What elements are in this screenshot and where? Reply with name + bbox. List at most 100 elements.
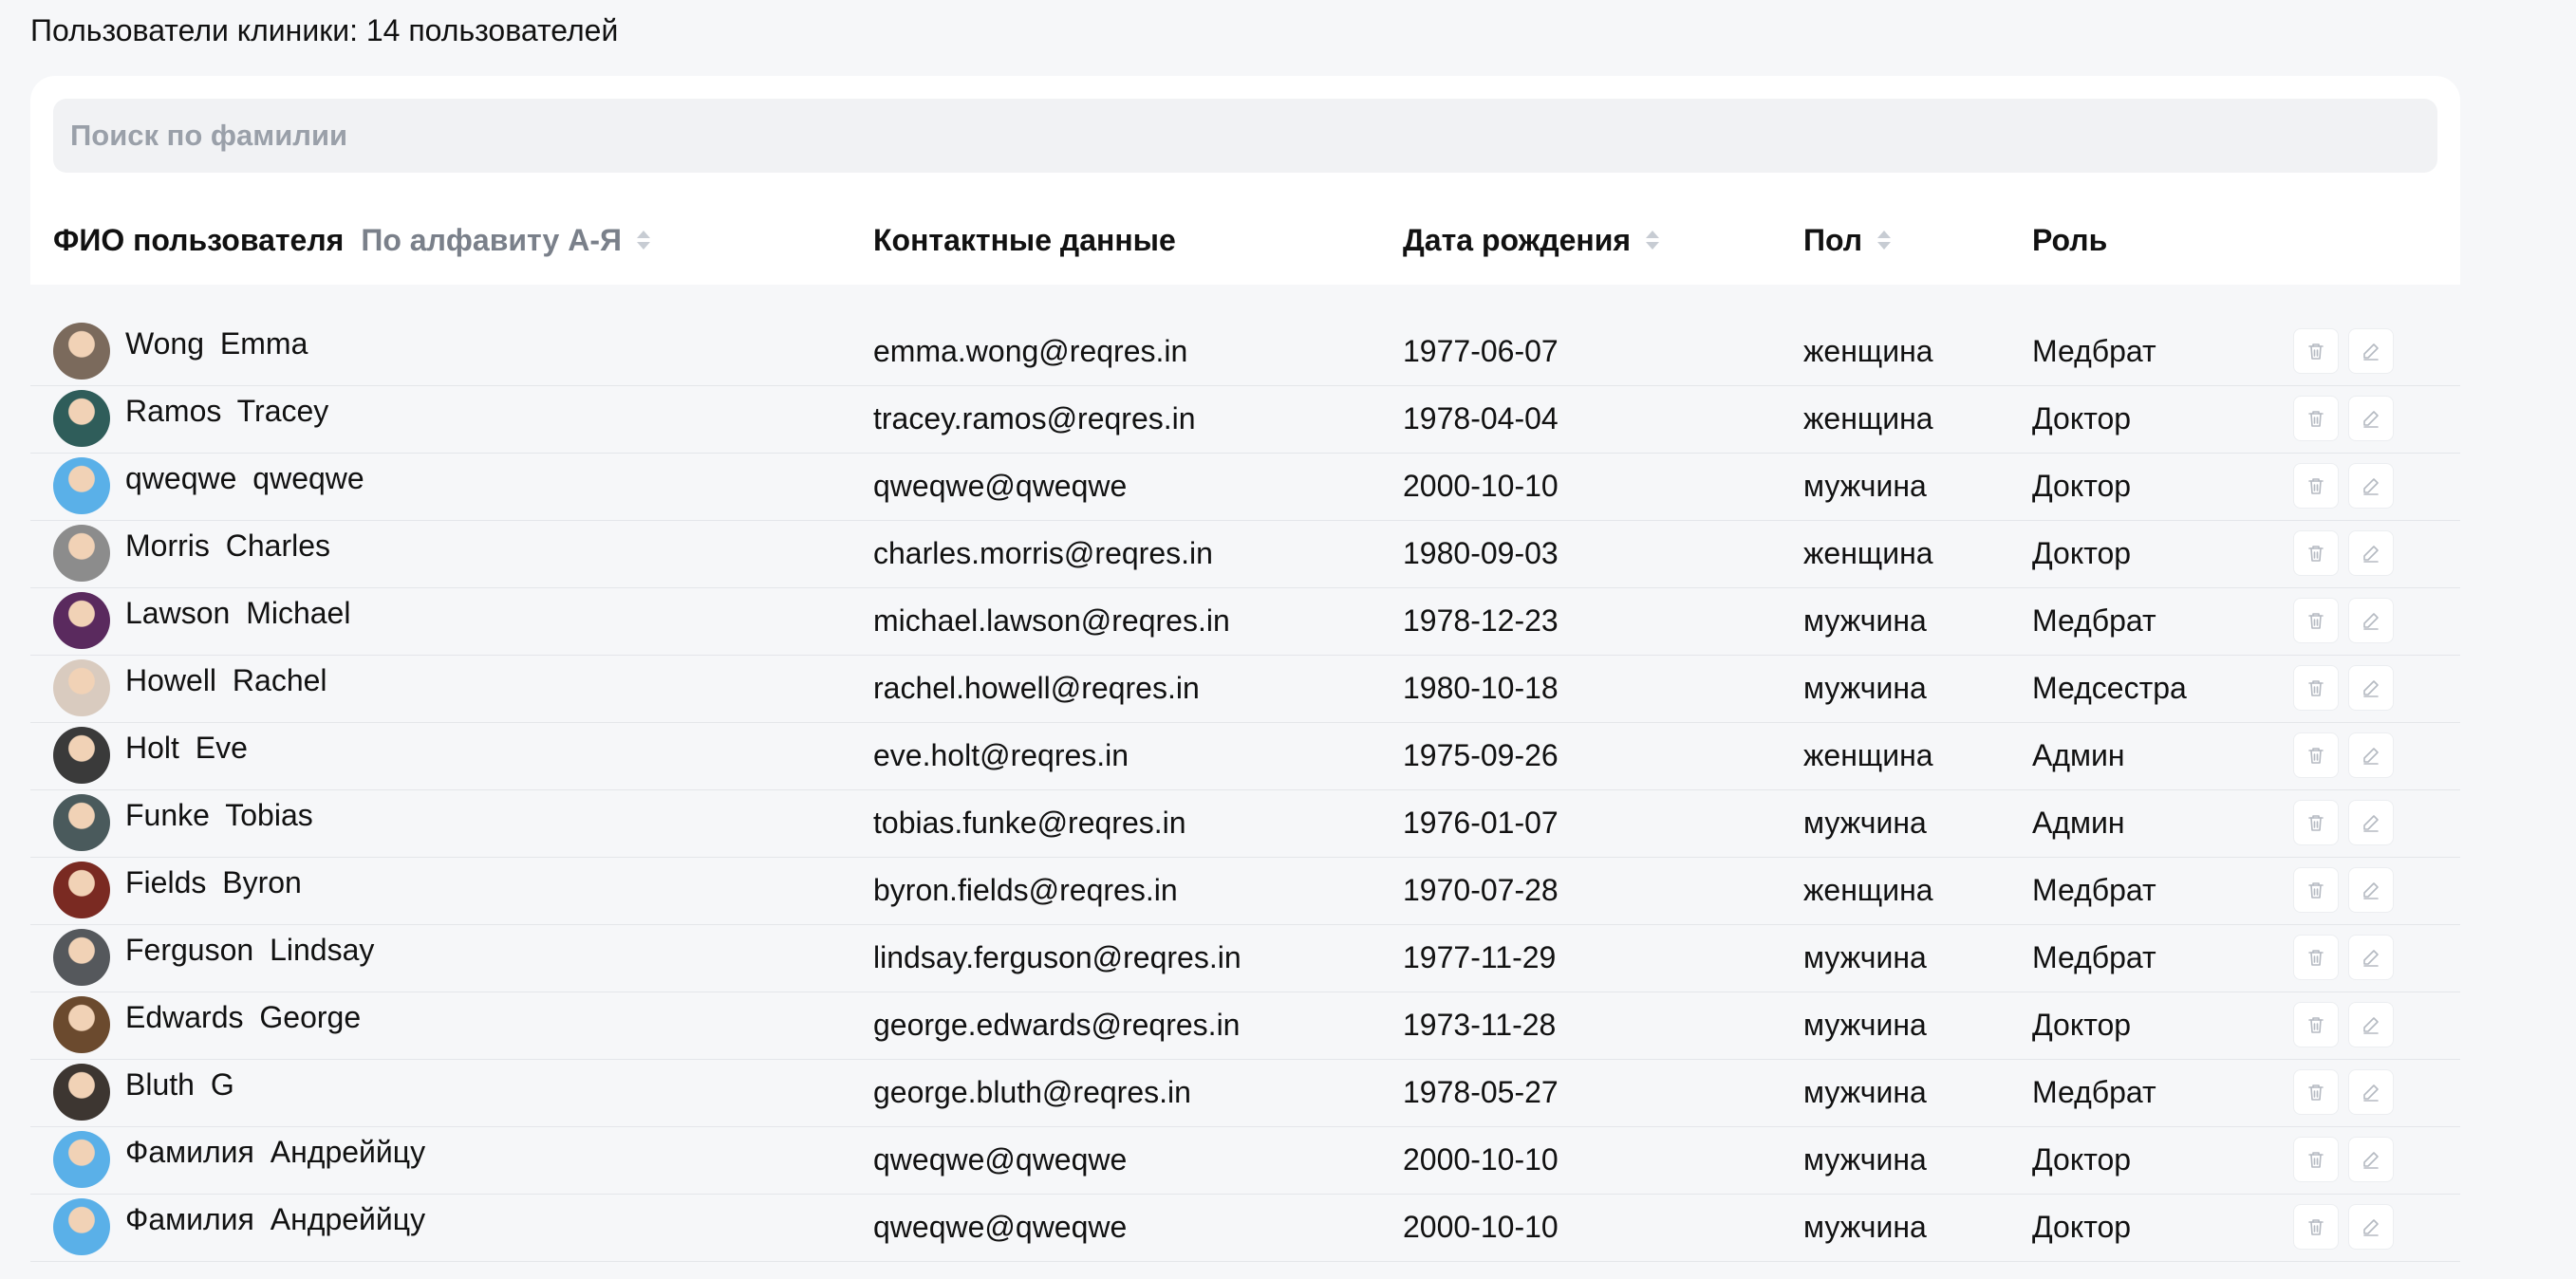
avatar: [53, 1064, 110, 1121]
user-email: charles.morris@reqres.in: [873, 536, 1213, 570]
user-email: george.edwards@reqres.in: [873, 1008, 1241, 1042]
table-row: Фамилия Андреййцу qweqwe@qweqwe 2000-10-10…: [30, 1195, 2460, 1262]
table-row: Fields Byron byron.fields@reqres.in 1970-0…: [30, 858, 2460, 925]
edit-button[interactable]: [2348, 1204, 2394, 1250]
user-sex: женщина: [1803, 401, 1933, 436]
sort-icon[interactable]: [1646, 231, 1660, 250]
delete-button[interactable]: [2293, 1069, 2339, 1115]
user-email: eve.holt@reqres.in: [873, 738, 1129, 772]
avatar: [53, 659, 110, 716]
search-input[interactable]: [68, 118, 2350, 154]
trash-icon: [2305, 677, 2327, 699]
edit-button[interactable]: [2348, 800, 2394, 845]
table-row: qweqwe qweqwe qweqwe@qweqwe 2000-10-10 мужч…: [30, 454, 2460, 521]
user-email: tracey.ramos@reqres.in: [873, 401, 1196, 436]
trash-icon: [2305, 744, 2327, 767]
table-row: Holt Eve eve.holt@reqres.in 1975-09-26 женщ…: [30, 723, 2460, 790]
pencil-icon: [2360, 1013, 2382, 1036]
delete-button[interactable]: [2293, 732, 2339, 778]
edit-button[interactable]: [2348, 867, 2394, 913]
user-name: Lawson Michael: [125, 596, 351, 630]
delete-button[interactable]: [2293, 665, 2339, 711]
column-role-label: Роль: [2032, 223, 2108, 257]
user-name: Фамилия Андреййцу: [125, 1135, 426, 1169]
users-table-body: Wong Emma emma.wong@reqres.in 1977-06-07 же…: [30, 319, 2460, 1262]
user-email: qweqwe@qweqwe: [873, 1142, 1128, 1177]
sort-icon[interactable]: [636, 231, 650, 250]
user-email: byron.fields@reqres.in: [873, 873, 1178, 907]
sort-alphabet-button[interactable]: По алфавиту А-Я: [361, 216, 622, 264]
user-name: Morris Charles: [125, 528, 331, 563]
user-sex: мужчина: [1803, 1142, 1927, 1177]
pencil-icon: [2360, 946, 2382, 969]
avatar: [53, 592, 110, 649]
delete-button[interactable]: [2293, 800, 2339, 845]
edit-button[interactable]: [2348, 1002, 2394, 1047]
user-role: Доктор: [2032, 469, 2132, 503]
edit-button[interactable]: [2348, 1137, 2394, 1182]
edit-button[interactable]: [2348, 328, 2394, 374]
trash-icon: [2305, 407, 2327, 430]
user-sex: мужчина: [1803, 940, 1927, 974]
sort-icon[interactable]: [1877, 231, 1892, 250]
trash-icon: [2305, 1215, 2327, 1238]
delete-button[interactable]: [2293, 935, 2339, 980]
pencil-icon: [2360, 1148, 2382, 1171]
users-card: ФИО пользователя По алфавиту А-Я Контакт…: [30, 76, 2460, 285]
user-name: Holt Eve: [125, 731, 248, 765]
column-contacts-label: Контактные данные: [873, 223, 1176, 257]
user-sex: мужчина: [1803, 469, 1927, 503]
column-header-sex[interactable]: Пол: [1803, 216, 1892, 264]
user-dob: 1977-06-07: [1403, 334, 1559, 368]
user-email: george.bluth@reqres.in: [873, 1075, 1191, 1109]
edit-button[interactable]: [2348, 598, 2394, 643]
user-role: Медбрат: [2032, 873, 2156, 907]
user-dob: 1977-11-29: [1403, 940, 1557, 974]
user-sex: мужчина: [1803, 603, 1927, 638]
user-sex: женщина: [1803, 738, 1933, 772]
table-row: Edwards George george.edwards@reqres.in 19…: [30, 992, 2460, 1060]
edit-button[interactable]: [2348, 732, 2394, 778]
delete-button[interactable]: [2293, 867, 2339, 913]
avatar: [53, 323, 110, 380]
avatar: [53, 996, 110, 1053]
trash-icon: [2305, 946, 2327, 969]
user-email: emma.wong@reqres.in: [873, 334, 1188, 368]
edit-button[interactable]: [2348, 463, 2394, 509]
edit-button[interactable]: [2348, 1069, 2394, 1115]
table-row: Howell Rachel rachel.howell@reqres.in 1980…: [30, 656, 2460, 723]
user-sex: мужчина: [1803, 1008, 1927, 1042]
delete-button[interactable]: [2293, 328, 2339, 374]
edit-button[interactable]: [2348, 935, 2394, 980]
user-sex: мужчина: [1803, 1210, 1927, 1244]
user-role: Медбрат: [2032, 940, 2156, 974]
trash-icon: [2305, 340, 2327, 362]
delete-button[interactable]: [2293, 530, 2339, 576]
delete-button[interactable]: [2293, 598, 2339, 643]
user-sex: женщина: [1803, 536, 1933, 570]
user-name: Bluth G: [125, 1067, 234, 1102]
user-name: Edwards George: [125, 1000, 362, 1034]
user-sex: мужчина: [1803, 806, 1927, 840]
search-box[interactable]: [53, 99, 2437, 173]
edit-button[interactable]: [2348, 396, 2394, 441]
pencil-icon: [2360, 340, 2382, 362]
user-role: Админ: [2032, 806, 2125, 840]
user-email: rachel.howell@reqres.in: [873, 671, 1200, 705]
trash-icon: [2305, 474, 2327, 497]
column-sex-label: Пол: [1803, 223, 1863, 257]
delete-button[interactable]: [2293, 1002, 2339, 1047]
user-name: Wong Emma: [125, 326, 308, 361]
trash-icon: [2305, 879, 2327, 901]
delete-button[interactable]: [2293, 1204, 2339, 1250]
table-row: Ferguson Lindsay lindsay.ferguson@reqres.…: [30, 925, 2460, 992]
edit-button[interactable]: [2348, 530, 2394, 576]
delete-button[interactable]: [2293, 396, 2339, 441]
column-header-dob[interactable]: Дата рождения: [1403, 216, 1660, 264]
delete-button[interactable]: [2293, 1137, 2339, 1182]
edit-button[interactable]: [2348, 665, 2394, 711]
pencil-icon: [2360, 677, 2382, 699]
delete-button[interactable]: [2293, 463, 2339, 509]
avatar: [53, 1131, 110, 1188]
column-dob-label: Дата рождения: [1403, 223, 1632, 257]
